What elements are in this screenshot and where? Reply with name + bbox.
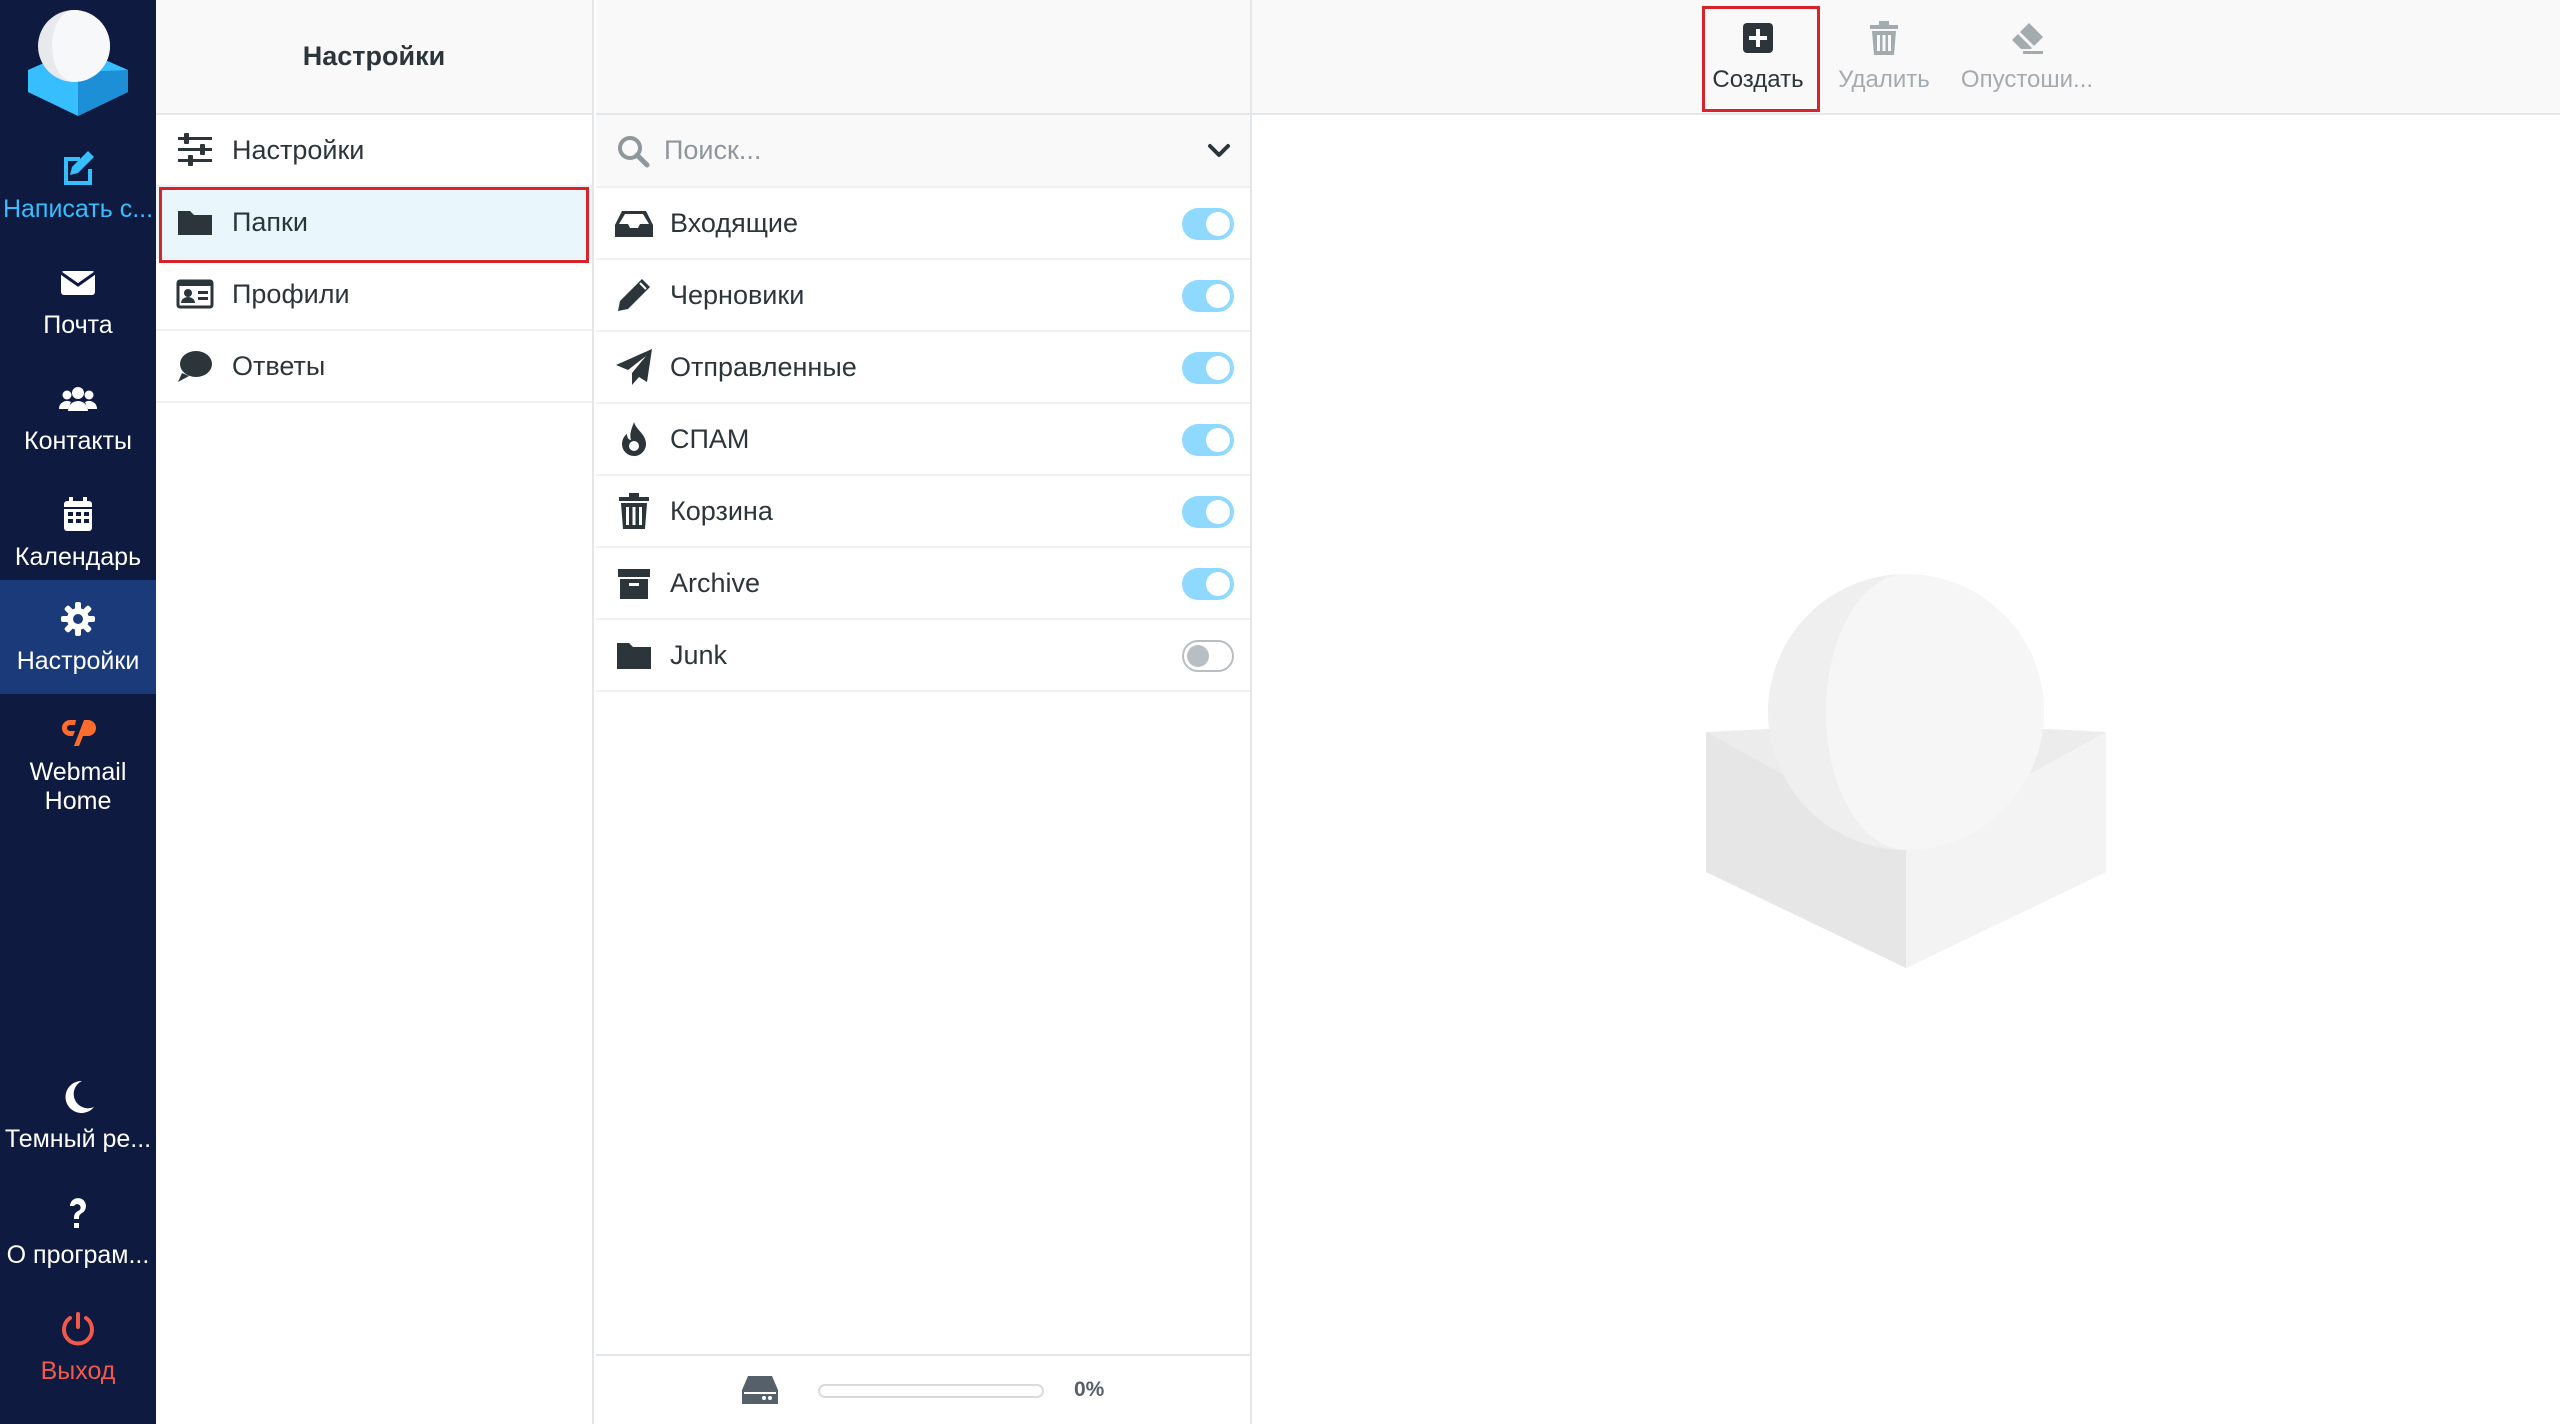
subscribe-toggle[interactable]: [1182, 352, 1234, 384]
gear-icon: [61, 601, 95, 636]
chevron-down-icon[interactable]: [1204, 136, 1234, 166]
subscribe-toggle[interactable]: [1182, 640, 1234, 672]
logout-button[interactable]: Выход: [0, 1290, 156, 1404]
nav-webmail-label: Webmail Home: [29, 758, 127, 815]
empty-label: Опустоши...: [1960, 66, 2094, 93]
folder-name: Archive: [670, 567, 761, 598]
folder-row-sent[interactable]: Отправленные: [596, 332, 1250, 404]
comment-icon: [178, 351, 212, 382]
nav-mail-label: Почта: [43, 310, 113, 339]
quota-progress-bar: [818, 1384, 1044, 1398]
pencil-icon: [618, 279, 650, 311]
folder-row-junk[interactable]: Junk: [596, 620, 1250, 692]
roundcube-logo[interactable]: [20, 6, 136, 116]
inbox-icon: [615, 211, 653, 237]
create-label: Создать: [1712, 66, 1804, 93]
quota-display: 0%: [596, 1354, 1250, 1424]
trash-icon: [1870, 21, 1898, 55]
settings-item-responses[interactable]: Ответы: [156, 331, 592, 403]
dark-mode-toggle[interactable]: Темный ре...: [0, 1058, 156, 1172]
subscribe-toggle[interactable]: [1182, 208, 1234, 240]
folder-name: Входящие: [670, 207, 799, 238]
nav-item-settings[interactable]: Настройки: [0, 580, 156, 694]
about-label: О програм...: [6, 1240, 150, 1269]
folder-name: Отправленные: [670, 351, 857, 382]
quota-percent: 0%: [1074, 1378, 1105, 1401]
dark-mode-label: Темный ре...: [4, 1124, 152, 1153]
id-card-icon: [176, 279, 214, 309]
moon-icon: [65, 1080, 94, 1113]
question-icon: [70, 1197, 86, 1228]
settings-item-preferences[interactable]: Настройки: [156, 115, 592, 187]
folder-row-trash[interactable]: Корзина: [596, 476, 1250, 548]
folder-row-inbox[interactable]: Входящие: [596, 188, 1250, 260]
nav-item-webmail-home[interactable]: Webmail Home: [0, 698, 156, 828]
nav-calendar-label: Календарь: [14, 542, 142, 571]
settings-item-label: Настройки: [232, 134, 365, 165]
calendar-icon: [64, 496, 92, 531]
search-icon: [618, 135, 650, 167]
subscribe-toggle[interactable]: [1182, 568, 1234, 600]
hard-drive-icon: [742, 1376, 778, 1404]
envelope-icon: [60, 270, 96, 295]
folder-name: Корзина: [670, 495, 773, 526]
nav-item-mail[interactable]: Почта: [0, 244, 156, 358]
compose-button[interactable]: Написать с...: [0, 128, 156, 242]
delete-label: Удалить: [1838, 66, 1930, 93]
settings-header: Настройки: [156, 0, 592, 115]
folder-name: Черновики: [670, 279, 805, 310]
delete-folder-button[interactable]: Удалить: [1828, 8, 1940, 106]
settings-item-folders[interactable]: Папки: [156, 187, 592, 263]
folder-search-bar: [596, 115, 1250, 188]
folder-name: Junk: [670, 639, 728, 670]
settings-item-label: Профили: [232, 278, 350, 309]
settings-sidebar: Настройки Настройки Папки Профили Ответы: [156, 0, 594, 1424]
create-folder-button[interactable]: Создать: [1702, 6, 1820, 112]
folders-header: [596, 0, 1250, 115]
plus-square-icon: [1743, 23, 1773, 53]
sliders-icon: [178, 133, 212, 166]
compose-icon: [64, 150, 94, 185]
folder-search-input[interactable]: [664, 135, 1204, 166]
content-panel: Создать Удалить Опустоши...: [1252, 0, 2560, 1424]
about-button[interactable]: О програм...: [0, 1174, 156, 1288]
archive-icon: [618, 569, 650, 599]
settings-item-label: Ответы: [232, 350, 326, 381]
subscribe-toggle[interactable]: [1182, 424, 1234, 456]
nav-contacts-label: Контакты: [24, 426, 132, 455]
folder-row-drafts[interactable]: Черновики: [596, 260, 1250, 332]
folder-icon: [178, 211, 212, 235]
subscribe-toggle[interactable]: [1182, 496, 1234, 528]
eraser-icon: [2012, 23, 2043, 54]
settings-item-identities[interactable]: Профили: [156, 259, 592, 331]
logout-label: Выход: [40, 1356, 116, 1385]
toolbar: Создать Удалить Опустоши...: [1252, 0, 2560, 115]
nav-item-calendar[interactable]: Календарь: [0, 476, 156, 590]
main-navigation: Написать с... Почта Контакты Календарь Н…: [0, 0, 156, 1424]
fire-icon: [622, 422, 646, 456]
subscribe-toggle[interactable]: [1182, 280, 1234, 312]
nav-settings-label: Настройки: [16, 646, 140, 675]
folder-name: СПАМ: [670, 423, 750, 454]
paper-plane-icon: [616, 349, 652, 385]
roundcube-watermark-logo: [1706, 574, 2106, 968]
folder-row-spam[interactable]: СПАМ: [596, 404, 1250, 476]
nav-item-contacts[interactable]: Контакты: [0, 360, 156, 474]
users-icon: [58, 386, 98, 411]
folder-list-panel: Входящие Черновики Отправленные СПАМ: [596, 0, 1252, 1424]
compose-label: Написать с...: [2, 194, 154, 223]
folder-icon: [617, 643, 651, 669]
cpanel-icon: [62, 720, 96, 746]
power-icon: [62, 1311, 94, 1345]
trash-icon: [619, 493, 649, 529]
empty-folder-button[interactable]: Опустоши...: [1952, 8, 2102, 106]
settings-item-label: Папки: [232, 206, 308, 237]
folder-row-archive[interactable]: Archive: [596, 548, 1250, 620]
